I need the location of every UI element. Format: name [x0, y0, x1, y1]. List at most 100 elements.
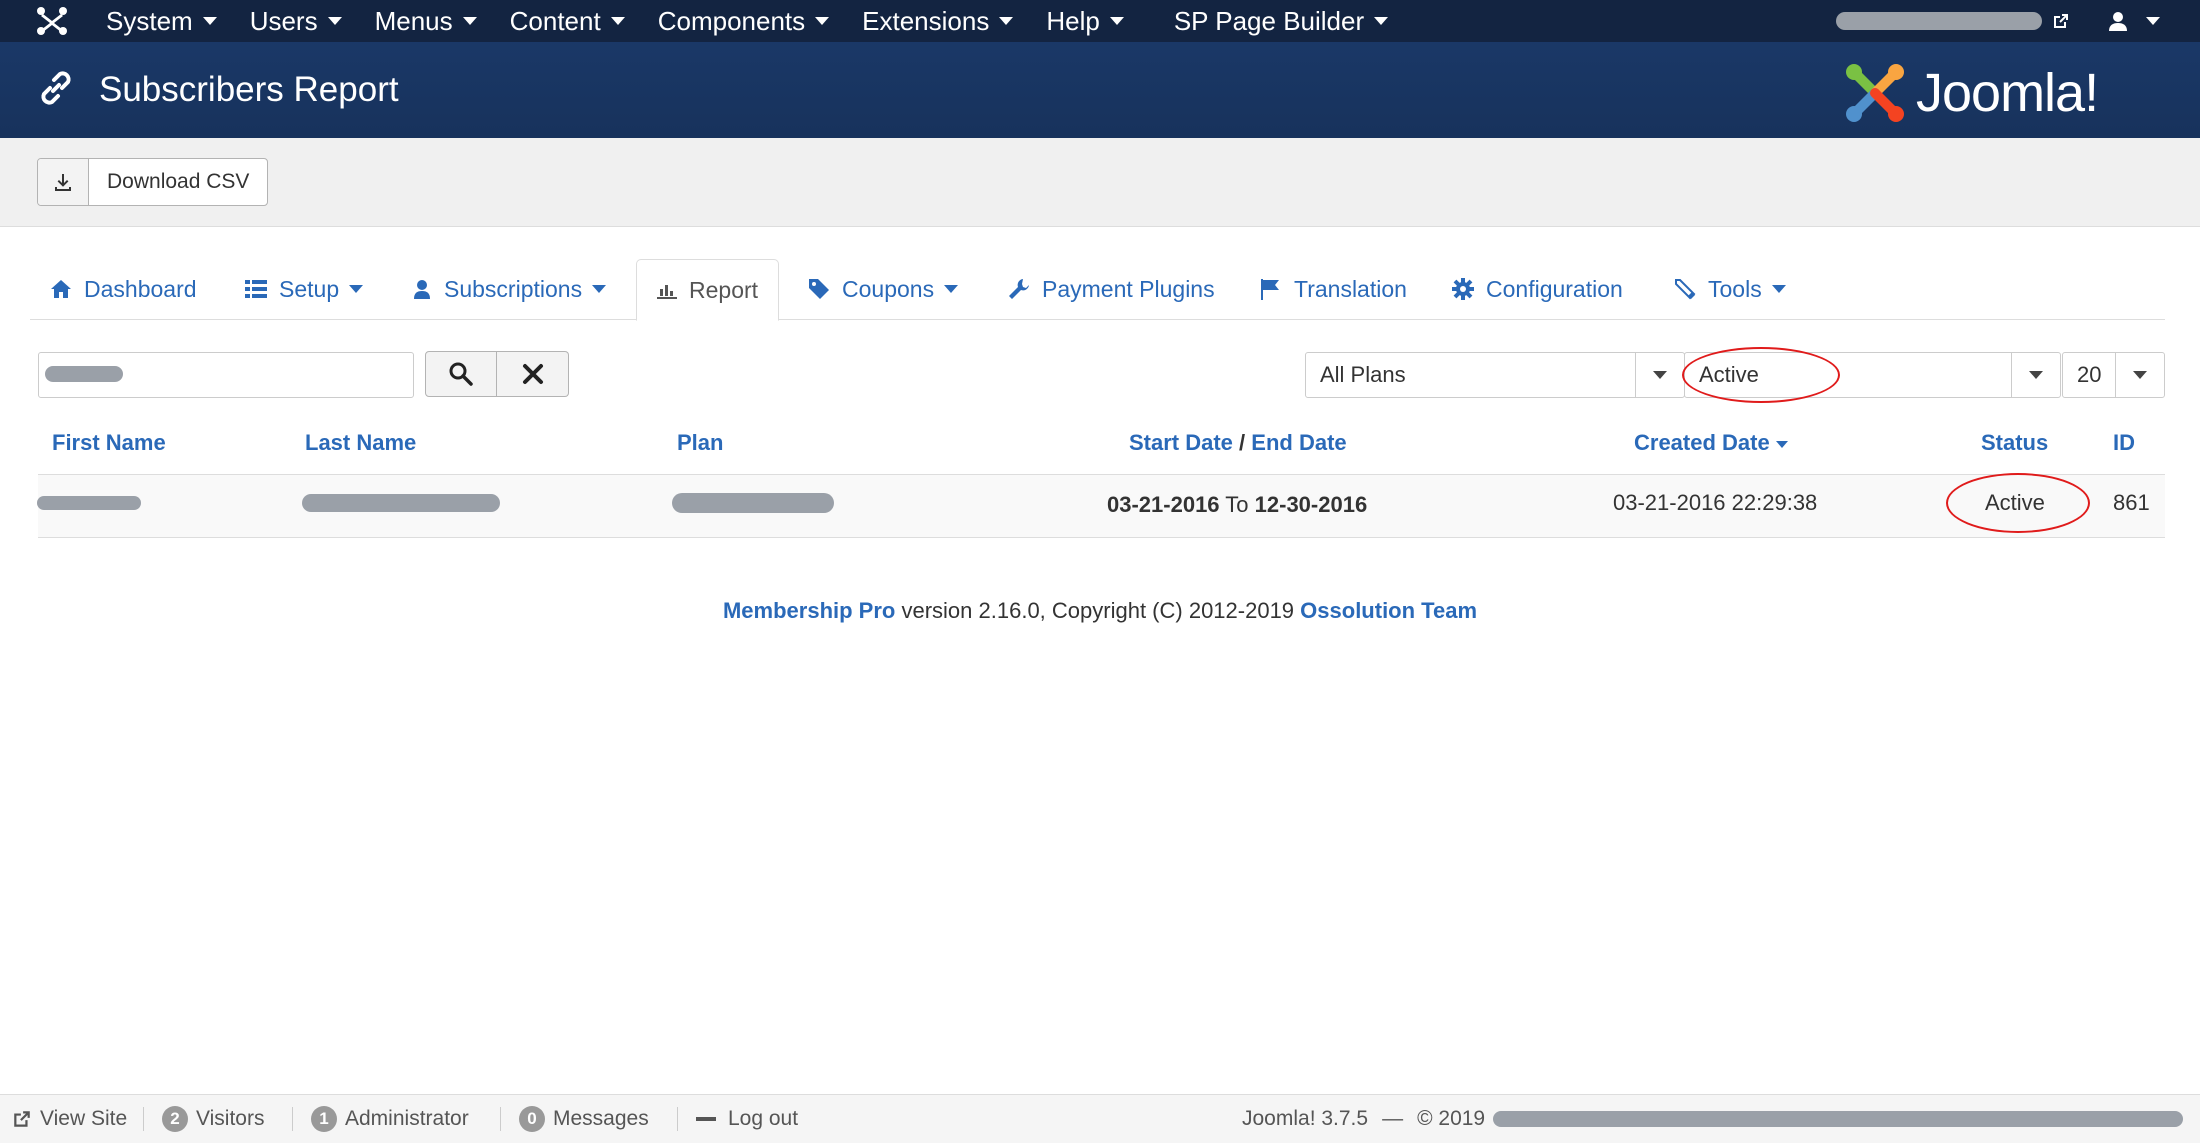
messages-badge: 0 [519, 1106, 545, 1132]
caret-down-icon [1109, 17, 1124, 25]
home-icon [50, 279, 72, 299]
link-icon [41, 71, 71, 105]
user-icon [2109, 12, 2127, 31]
redacted-first-name[interactable] [37, 496, 141, 510]
gear-icon [1452, 278, 1474, 300]
visitors-link[interactable]: 2 Visitors [162, 1095, 264, 1143]
chevron-down-icon [2011, 353, 2060, 397]
caret-down-icon [349, 285, 364, 293]
admin-badge: 1 [311, 1106, 337, 1132]
messages-link[interactable]: 0 Messages [519, 1095, 649, 1143]
menu-help[interactable]: Help [1046, 0, 1124, 42]
redacted-search-text [45, 366, 123, 382]
copyright-text: version 2.16.0, Copyright (C) 2012-2019 [901, 598, 1295, 623]
joomla-menu-icon[interactable] [36, 6, 68, 36]
tab-subscriptions[interactable]: Subscriptions [412, 259, 607, 319]
caret-down-icon [815, 17, 830, 25]
caret-down-icon [462, 17, 477, 25]
tab-dashboard[interactable]: Dashboard [50, 259, 197, 319]
bar-chart-icon [657, 281, 677, 299]
admin-navbar: System Users Menus Content Components Ex… [0, 0, 2200, 42]
search-button[interactable] [425, 351, 497, 397]
membership-pro-link[interactable]: Membership Pro [723, 598, 895, 623]
menu-sp-page-builder[interactable]: SP Page Builder [1174, 0, 1389, 42]
joomla-version: Joomla! 3.7.5 — © 2019 [1242, 1095, 2184, 1143]
user-menu[interactable] [2108, 0, 2160, 42]
tab-tools[interactable]: Tools [1674, 259, 1786, 319]
component-copyright: Membership Pro version 2.16.0, Copyright… [0, 598, 2200, 624]
redacted-site-name [1836, 12, 2042, 30]
col-end-date[interactable]: End Date [1251, 430, 1346, 455]
col-plan[interactable]: Plan [677, 430, 723, 456]
minus-icon [696, 1117, 716, 1121]
wrench-icon [1008, 278, 1030, 300]
tool-icon [1674, 278, 1696, 300]
date-separator: / [1239, 430, 1246, 455]
plan-filter-select[interactable]: All Plans [1305, 352, 1685, 398]
menu-menus[interactable]: Menus [375, 0, 477, 42]
start-date: 03-21-2016 [1107, 492, 1220, 517]
joomla-wordmark: Joomla! [1916, 63, 2099, 123]
col-id[interactable]: ID [2113, 430, 2135, 456]
tab-translation[interactable]: Translation [1260, 259, 1407, 319]
divider [292, 1107, 293, 1131]
menu-content[interactable]: Content [510, 0, 625, 42]
caret-down-icon [202, 17, 217, 25]
logout-link[interactable]: Log out [696, 1095, 798, 1143]
col-start-date[interactable]: Start Date [1129, 430, 1233, 455]
divider [143, 1107, 144, 1131]
tab-payment-plugins[interactable]: Payment Plugins [1008, 259, 1215, 319]
divider [500, 1107, 501, 1131]
col-last-name[interactable]: Last Name [305, 430, 416, 456]
col-status[interactable]: Status [1981, 430, 2048, 456]
caret-down-icon [592, 285, 607, 293]
flag-icon [1260, 278, 1282, 300]
view-site-link[interactable]: View Site [12, 1095, 127, 1143]
menu-components[interactable]: Components [658, 0, 830, 42]
administrator-link[interactable]: 1 Administrator [311, 1095, 469, 1143]
tab-report[interactable]: Report [636, 259, 780, 321]
caret-down-icon [2146, 17, 2160, 25]
visitors-badge: 2 [162, 1106, 188, 1132]
to-word: To [1225, 492, 1249, 517]
caret-down-icon [610, 17, 625, 25]
caret-down-icon [999, 17, 1014, 25]
subscription-dates: 03-21-2016 To 12-30-2016 [1107, 492, 1367, 518]
clear-search-button[interactable] [497, 351, 569, 397]
col-start-end-date: Start Date / End Date [1129, 430, 1347, 456]
tab-setup[interactable]: Setup [245, 259, 364, 319]
tag-icon [808, 278, 830, 300]
page-header: Subscribers Report Joomla! [0, 42, 2200, 138]
list-icon [245, 279, 267, 299]
redacted-plan[interactable] [672, 493, 834, 513]
external-link-icon [14, 1111, 30, 1127]
site-name-link[interactable] [1836, 0, 2070, 42]
tab-coupons[interactable]: Coupons [808, 259, 959, 319]
page-title: Subscribers Report [99, 70, 399, 109]
caret-down-icon [327, 17, 342, 25]
col-created-date[interactable]: Created Date [1634, 430, 1788, 456]
download-csv-button[interactable]: Download CSV [37, 158, 269, 206]
end-date: 12-30-2016 [1254, 492, 1368, 517]
menu-users[interactable]: Users [250, 0, 342, 42]
col-first-name[interactable]: First Name [52, 430, 166, 456]
tab-configuration[interactable]: Configuration [1452, 259, 1623, 319]
external-link-icon [2054, 14, 2068, 28]
caret-down-icon [1374, 17, 1389, 25]
chevron-down-icon [1635, 353, 1684, 397]
search-icon [449, 362, 473, 386]
menu-extensions[interactable]: Extensions [862, 0, 1014, 42]
user-icon [412, 279, 432, 299]
limit-select[interactable]: 20 [2062, 352, 2165, 398]
annotation-circle [1946, 473, 2090, 533]
chevron-down-icon [2115, 353, 2164, 397]
ossolution-team-link[interactable]: Ossolution Team [1300, 598, 1477, 623]
redacted-site-copyright [1493, 1111, 2184, 1127]
redacted-last-name[interactable] [302, 494, 500, 512]
created-date: 03-21-2016 22:29:38 [1613, 490, 1818, 515]
menu-system[interactable]: System [106, 0, 217, 42]
annotation-circle [1682, 347, 1840, 403]
sort-desc-icon [1775, 440, 1788, 448]
caret-down-icon [1771, 285, 1786, 293]
download-icon [38, 159, 89, 205]
